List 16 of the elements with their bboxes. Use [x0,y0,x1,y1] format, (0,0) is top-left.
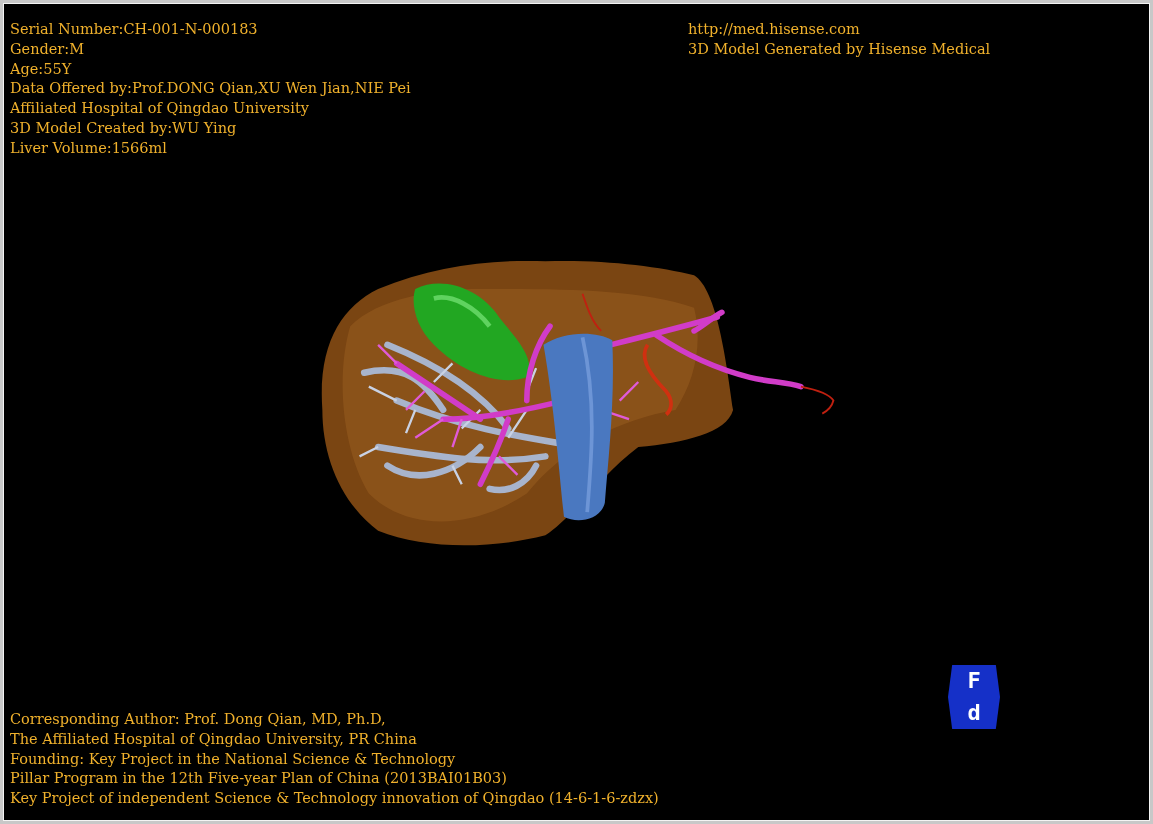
info-text: 3D Model Created by:WU Ying [10,119,238,138]
footer-text: The Affiliated Hospital of Qingdao University, PR China [10,729,418,749]
footer-text: Pillar Program in the 12th Five-year Plan of China (2013BAI01B03) [10,769,508,789]
info-text: Liver Volume:1566ml [10,138,168,158]
footer-text: Corresponding Author: Prof. Dong Qian, MD, Ph.D, [10,710,387,729]
info-text: Gender:M [10,39,86,59]
info-text: Data Offered by:Prof.DONG Qian,XU Wen Jian,NIE Pei [10,79,412,99]
liver-model-drawing[interactable] [321,260,835,545]
footer-text: Key Project of independent Science & Technology innovation of Qingdao (14-6-1-6-zdzx) [10,789,660,809]
credit-text: http://med.hisense.com [688,20,861,39]
footer-text: Founding: Key Project in the National Science & Technology [10,749,457,769]
info-text: Affiliated Hospital of Qingdao University [10,99,310,119]
info-text: Serial Number:CH-001-N-000183 [10,20,259,39]
orientation-cube[interactable]: F d [948,665,1000,729]
credit-text: 3D Model Generated by Hisense Medical [688,39,992,59]
info-text: Age:55Y [10,59,73,79]
